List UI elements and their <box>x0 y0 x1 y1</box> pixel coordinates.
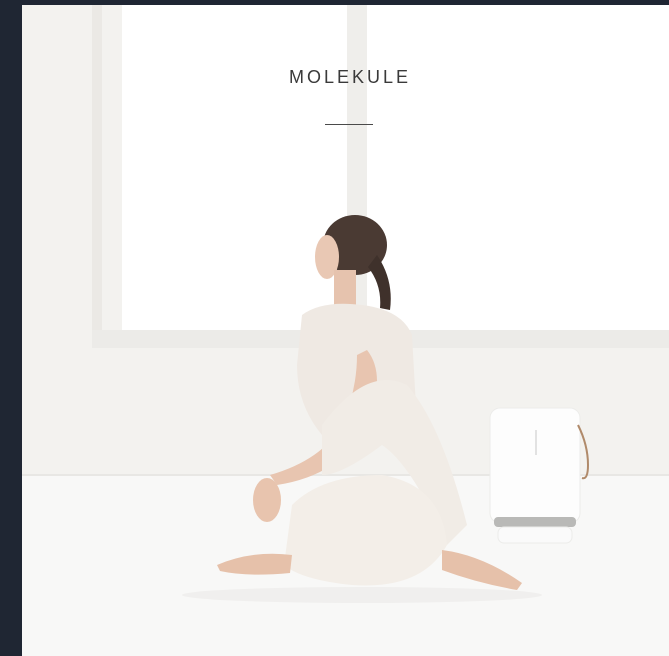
window-pane-left <box>122 5 347 330</box>
left-frame-border <box>0 0 22 656</box>
brand-logo: MOLEKULE <box>288 67 412 87</box>
window-pane-right <box>367 5 669 330</box>
hero-photo: MOLEKULE <box>22 5 669 656</box>
air-purifier <box>489 407 590 544</box>
brand-divider <box>325 124 373 125</box>
window-frame-left <box>92 5 102 335</box>
scene-illustration <box>22 5 669 656</box>
